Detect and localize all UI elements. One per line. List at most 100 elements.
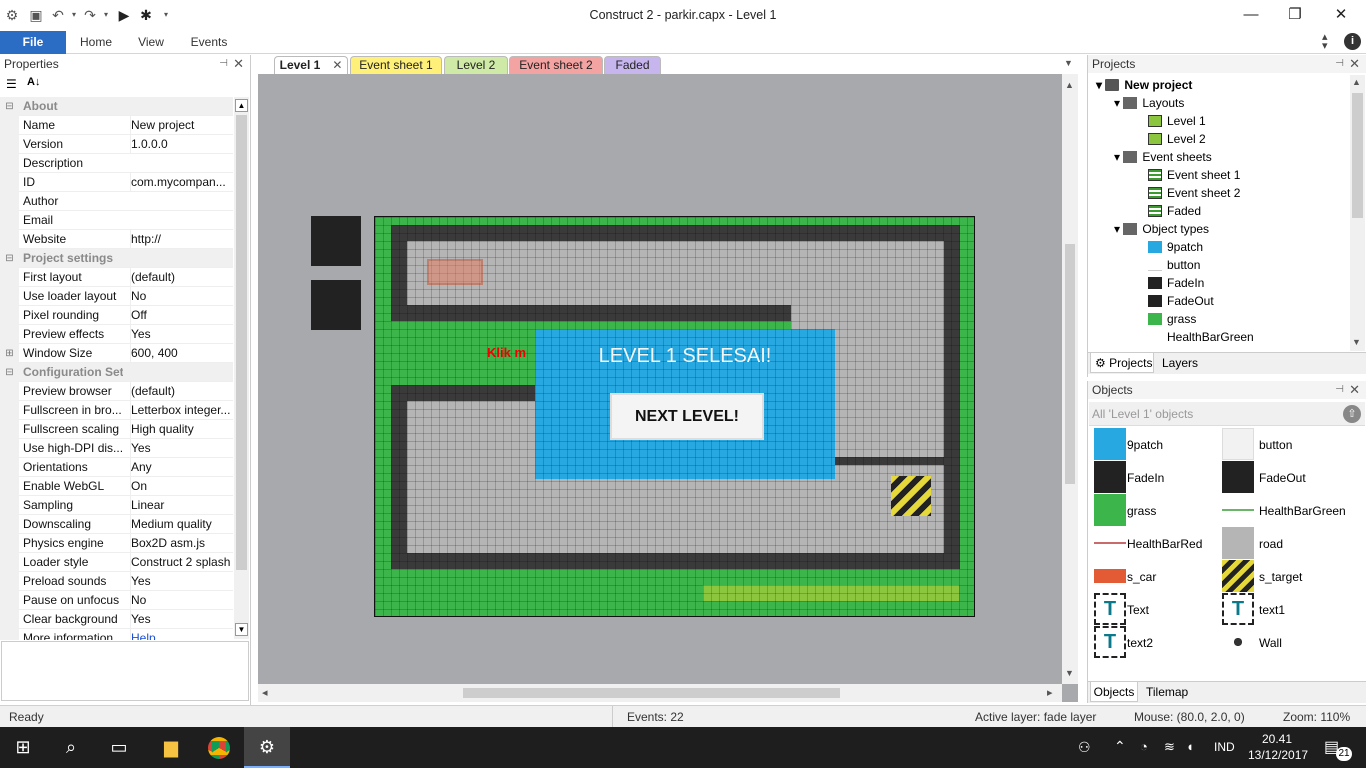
layout-view[interactable]: Klik m LEVEL 1 SELESAI! NEXT LEVEL! ▲ ▼ … [258, 74, 1078, 702]
collapse-icon[interactable]: ⊟ [0, 363, 19, 382]
next-level-button[interactable]: NEXT LEVEL! [610, 393, 764, 440]
property-row[interactable]: Author [0, 192, 233, 211]
object-item[interactable]: T Text [1094, 593, 1219, 627]
tab-layers[interactable]: Layers [1158, 353, 1208, 373]
property-row[interactable]: Pixel rounding Off [0, 306, 233, 325]
tab-events[interactable]: Events [182, 31, 236, 54]
property-value[interactable]: Construct 2 splash [130, 553, 233, 572]
property-row[interactable]: Downscaling Medium quality [0, 515, 233, 534]
property-row[interactable]: Version 1.0.0.0 [0, 135, 233, 154]
property-value[interactable]: New project [130, 116, 233, 135]
close-panel-icon[interactable]: ✕ [1349, 55, 1360, 73]
property-row[interactable]: Physics engine Box2D asm.js [0, 534, 233, 553]
property-value[interactable]: Linear [130, 496, 233, 515]
layout-area[interactable]: Klik m LEVEL 1 SELESAI! NEXT LEVEL! [374, 216, 975, 617]
property-row[interactable]: Enable WebGL On [0, 477, 233, 496]
fadeout-sprite[interactable] [311, 280, 361, 330]
pin-icon[interactable]: ⊣ [1335, 381, 1344, 399]
hscroll-thumb[interactable] [463, 688, 840, 698]
property-row[interactable]: ⊞ Window Size 600, 400 [0, 344, 233, 363]
canvas-vscroll[interactable]: ▲ ▼ [1062, 74, 1078, 684]
property-value[interactable]: No [130, 591, 233, 610]
pin-icon[interactable]: ⊣ [1335, 55, 1344, 73]
construct2-icon[interactable]: ⚙ [244, 727, 290, 768]
property-row[interactable]: Orientations Any [0, 458, 233, 477]
property-row[interactable]: Use loader layout No [0, 287, 233, 306]
scroll-thumb[interactable] [236, 115, 247, 570]
sort-az-icon[interactable]: A↓ [27, 76, 40, 88]
scroll-thumb[interactable] [1352, 93, 1363, 218]
close-tab-icon[interactable]: ✕ [332, 58, 342, 72]
property-category[interactable]: ⊟ About [0, 97, 233, 116]
object-item[interactable]: s_car [1094, 560, 1219, 594]
property-row[interactable]: Fullscreen scaling High quality [0, 420, 233, 439]
property-row[interactable]: Clear background Yes [0, 610, 233, 629]
property-value[interactable]: Yes [130, 610, 233, 629]
collapse-icon[interactable]: ⊟ [0, 249, 19, 268]
scroll-right-icon[interactable]: ▸ [1047, 686, 1053, 699]
object-item[interactable]: FadeIn [1094, 461, 1219, 495]
object-item[interactable]: Ttext2 [1094, 626, 1219, 660]
categorized-icon[interactable]: ☰ [6, 77, 17, 91]
property-row[interactable]: Pause on unfocus No [0, 591, 233, 610]
expand-icon[interactable]: ⊞ [0, 344, 19, 363]
restore-icon[interactable]: ❐ [1272, 0, 1318, 30]
object-item[interactable]: HealthBarGreen [1222, 494, 1347, 528]
property-value[interactable]: (default) [130, 382, 233, 401]
property-value[interactable]: Off [130, 306, 233, 325]
object-item[interactable]: 9patch [1094, 428, 1219, 462]
ribbon-collapse-icon[interactable]: ▴ ▾ [1322, 32, 1328, 52]
search-icon[interactable]: ⌕ [48, 727, 94, 768]
properties-scrollbar[interactable]: ▲ ▼ [234, 97, 249, 639]
property-value[interactable]: 1.0.0.0 [130, 135, 233, 154]
property-value[interactable]: Yes [130, 439, 233, 458]
property-row[interactable]: ID com.mycompan... [0, 173, 233, 192]
object-item[interactable]: road [1222, 527, 1347, 561]
property-value[interactable]: Medium quality [130, 515, 233, 534]
file-explorer-icon[interactable]: ▆ [148, 727, 194, 768]
tree-folder-object-types[interactable]: ▾ Object types [1114, 220, 1209, 238]
tree-item-event-sheet-1[interactable]: Event sheet 1 [1148, 166, 1240, 184]
tree-item-button[interactable]: button [1148, 256, 1200, 274]
property-value[interactable]: High quality [130, 420, 233, 439]
scroll-left-icon[interactable]: ◂ [262, 686, 268, 699]
property-value[interactable]: (default) [130, 268, 233, 287]
tree-folder-layouts[interactable]: ▾ Layouts [1114, 94, 1184, 112]
tree-item-healthbargreen[interactable]: HealthBarGreen [1148, 328, 1254, 346]
property-value[interactable]: Yes [130, 325, 233, 344]
show-hidden-icons-icon[interactable]: ⌃ [1114, 738, 1126, 755]
property-row[interactable]: More information Help [0, 629, 233, 640]
property-category[interactable]: ⊟ Project settings [0, 249, 233, 268]
clock-time[interactable]: 20.41 [1262, 732, 1292, 746]
vscroll-thumb[interactable] [1065, 244, 1075, 484]
collapse-icon[interactable]: ⊟ [0, 97, 19, 116]
popup-9patch[interactable]: LEVEL 1 SELESAI! NEXT LEVEL! [535, 329, 835, 479]
property-category[interactable]: ⊟ Configuration Settings [0, 363, 233, 382]
tab-tilemap[interactable]: Tilemap [1144, 682, 1194, 702]
fadein-sprite[interactable] [311, 216, 361, 266]
tree-item-faded[interactable]: Faded [1148, 202, 1201, 220]
scroll-up-icon[interactable]: ▲ [235, 99, 248, 112]
close-icon[interactable]: ✕ [1318, 0, 1364, 30]
minimize-icon[interactable]: — [1228, 0, 1274, 30]
property-row[interactable]: Use high-DPI dis... Yes [0, 439, 233, 458]
volume-icon[interactable]: ◖ [1186, 739, 1194, 754]
scroll-up-icon[interactable]: ▲ [1352, 77, 1361, 87]
tab-level-1[interactable]: Level 1 ✕ [274, 56, 348, 74]
property-value[interactable]: No [130, 287, 233, 306]
pin-icon[interactable]: ⊣ [219, 55, 228, 73]
target-sprite[interactable] [891, 476, 931, 516]
property-value[interactable]: http:// [130, 230, 233, 249]
tree-root[interactable]: ▾ New project [1096, 76, 1192, 94]
info-icon[interactable]: i [1344, 33, 1361, 50]
canvas-hscroll[interactable]: ◂ ▸ [258, 684, 1062, 702]
objects-filter[interactable]: All 'Level 1' objects ⇧ [1089, 402, 1365, 426]
property-row[interactable]: Email [0, 211, 233, 230]
tabs-dropdown-icon[interactable]: ▼ [1064, 58, 1073, 68]
property-row[interactable]: Sampling Linear [0, 496, 233, 515]
property-row[interactable]: Preload sounds Yes [0, 572, 233, 591]
tree-item-fadeout[interactable]: FadeOut [1148, 292, 1214, 310]
object-item[interactable]: Ttext1 [1222, 593, 1347, 627]
language-indicator[interactable]: IND [1214, 740, 1235, 754]
tab-level-2[interactable]: Level 2 [444, 56, 508, 74]
